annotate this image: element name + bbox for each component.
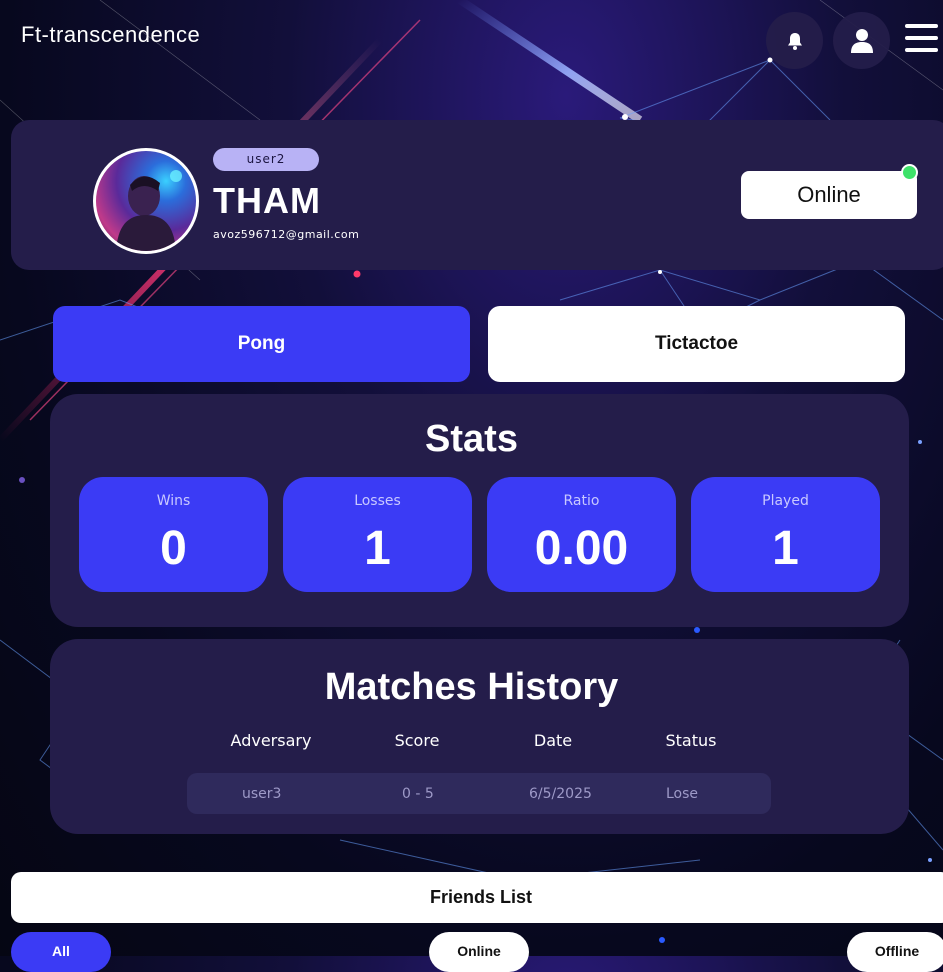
stat-label: Played: [762, 493, 809, 509]
filter-all-button[interactable]: All: [11, 932, 111, 972]
avatar: [93, 148, 199, 254]
stat-label: Wins: [156, 493, 191, 509]
tab-pong[interactable]: Pong: [53, 306, 470, 382]
display-name: THAM: [213, 180, 321, 221]
stat-card-ratio: Ratio 0.00: [487, 477, 676, 592]
matches-history-title: Matches History: [324, 666, 619, 708]
notifications-button[interactable]: [766, 12, 823, 69]
stats-title: Stats: [425, 418, 518, 460]
stat-card-played: Played 1: [691, 477, 880, 592]
match-date: 6/5/2025: [529, 786, 592, 802]
stat-card-wins: Wins 0: [79, 477, 268, 592]
username-badge: user2: [213, 148, 319, 171]
stat-value: 1: [364, 522, 391, 575]
filter-online-button[interactable]: Online: [429, 932, 529, 972]
stat-card-losses: Losses 1: [283, 477, 472, 592]
profile-button[interactable]: [833, 12, 890, 69]
top-navigation-bar: Ft-transcendence: [0, 0, 943, 80]
match-adversary: user3: [242, 786, 282, 802]
column-header-score: Score: [394, 731, 440, 750]
stat-value: 0: [160, 522, 187, 575]
online-status-indicator: [901, 164, 918, 181]
stat-label: Losses: [354, 493, 401, 509]
stat-label: Ratio: [563, 493, 600, 509]
email-text: avoz596712@gmail.com: [213, 228, 360, 241]
app-brand[interactable]: Ft-transcendence: [21, 22, 200, 48]
friends-list-button[interactable]: Friends List: [11, 872, 943, 923]
bell-icon: [787, 32, 802, 50]
stat-value: 1: [772, 522, 799, 575]
online-status-button[interactable]: Online: [741, 171, 917, 219]
column-header-status: Status: [665, 731, 717, 750]
match-score: 0 - 5: [402, 786, 434, 802]
match-status: Lose: [666, 786, 699, 802]
stat-value: 0.00: [534, 522, 629, 575]
hamburger-menu-icon[interactable]: [905, 24, 938, 56]
column-header-adversary: Adversary: [230, 731, 312, 750]
tab-tictactoe[interactable]: Tictactoe: [488, 306, 905, 382]
filter-offline-button[interactable]: Offline: [847, 932, 943, 972]
user-icon: [850, 28, 873, 53]
column-header-date: Date: [533, 731, 573, 750]
